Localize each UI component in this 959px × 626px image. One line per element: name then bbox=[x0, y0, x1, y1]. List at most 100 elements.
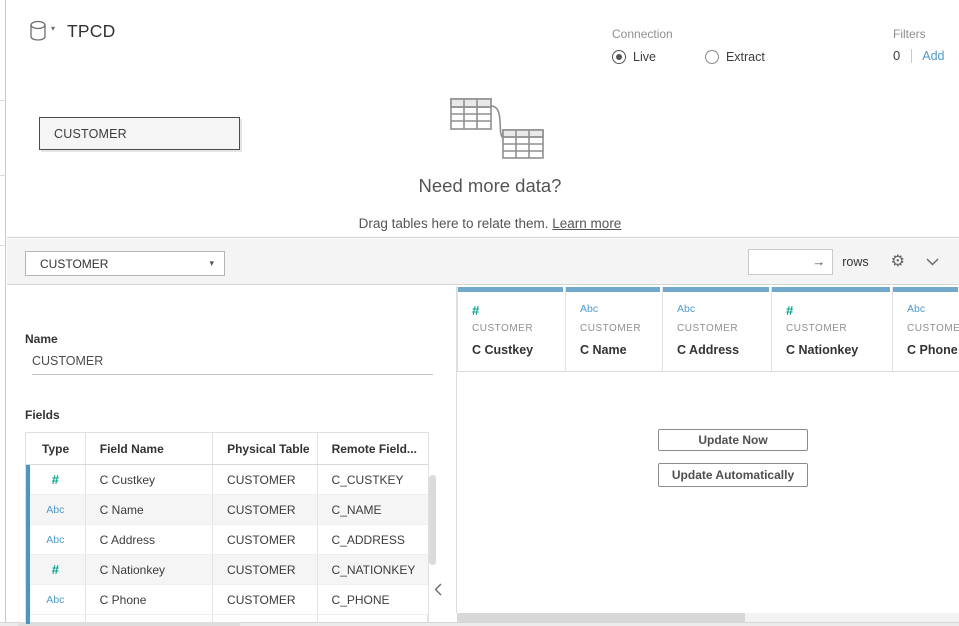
fields-horizontal-scrollbar[interactable] bbox=[18, 622, 240, 626]
column-type-icon: Abc bbox=[907, 303, 959, 318]
fields-table-header: Type Field Name Physical Table Remote Fi… bbox=[26, 433, 428, 465]
col-header-physical-table[interactable]: Physical Table bbox=[213, 433, 317, 464]
relate-tables-icon bbox=[443, 94, 553, 160]
column-field-name[interactable]: C Address bbox=[677, 343, 771, 357]
rows-controls: → rows ⚙ bbox=[748, 249, 945, 275]
update-automatically-button[interactable]: Update Automatically bbox=[658, 463, 808, 487]
grid-column-header[interactable]: Abc CUSTOMER C Address bbox=[663, 287, 772, 371]
learn-more-link[interactable]: Learn more bbox=[552, 216, 621, 231]
cell-physical-table: CUSTOMER bbox=[213, 465, 318, 494]
cell-field-name[interactable]: C Name bbox=[86, 495, 213, 524]
logical-table-label: CUSTOMER bbox=[54, 127, 127, 141]
fields-accent-strip bbox=[26, 465, 30, 615]
left-rail bbox=[0, 0, 6, 626]
data-grid-panel: # CUSTOMER C Custkey Abc CUSTOMER C Name… bbox=[457, 286, 959, 621]
field-type-icon: # bbox=[52, 562, 59, 577]
table-selector-value: CUSTOMER bbox=[40, 257, 209, 271]
cell-remote-field: C_CUSTKEY bbox=[318, 465, 428, 494]
radio-live[interactable]: Live bbox=[612, 50, 656, 64]
add-filter-link[interactable]: Add bbox=[922, 49, 944, 63]
grid-column-header[interactable]: # CUSTOMER C Nationkey bbox=[772, 287, 893, 371]
cell-field-name[interactable]: C Nationkey bbox=[86, 555, 213, 584]
field-row[interactable]: Abc C Name CUSTOMER C_NAME bbox=[26, 495, 428, 525]
connection-section: Connection Live Extract bbox=[612, 27, 765, 64]
grid-horizontal-scrollbar[interactable] bbox=[457, 613, 959, 622]
column-field-name[interactable]: C Custkey bbox=[472, 343, 565, 357]
cell-remote-field: C_ADDRESS bbox=[318, 525, 428, 554]
update-now-button[interactable]: Update Now bbox=[658, 429, 808, 451]
metadata-panel: Name Fields Type Field Name Physical Tab… bbox=[7, 286, 456, 621]
grid-column-header[interactable]: Abc CUSTOMER C Phone bbox=[893, 287, 959, 371]
table-name-input[interactable] bbox=[32, 354, 433, 375]
column-field-name[interactable]: C Nationkey bbox=[786, 343, 892, 357]
grid-column-header[interactable]: Abc CUSTOMER C Name bbox=[566, 287, 663, 371]
column-type-icon: Abc bbox=[677, 303, 771, 318]
datasource-title: TPCD bbox=[67, 21, 115, 42]
datasource-page: ▾ TPCD Connection Live Extract Filters 0 bbox=[0, 0, 959, 626]
col-header-remote-field[interactable]: Remote Field... bbox=[318, 433, 428, 464]
gear-icon[interactable]: ⚙ bbox=[891, 254, 905, 270]
field-row[interactable]: Abc C Phone CUSTOMER C_PHONE bbox=[26, 585, 428, 615]
column-field-name[interactable]: C Name bbox=[580, 343, 662, 357]
chevron-down-icon[interactable] bbox=[926, 258, 939, 266]
fields-table-scrollbar[interactable] bbox=[429, 475, 436, 565]
column-table-name: CUSTOMER bbox=[677, 323, 771, 334]
cell-physical-table: CUSTOMER bbox=[213, 525, 318, 554]
column-table-name: CUSTOMER bbox=[472, 323, 565, 334]
rail-divider bbox=[0, 100, 6, 101]
radio-live-circle[interactable] bbox=[612, 50, 626, 64]
dropdown-caret-icon: ▾ bbox=[209, 258, 214, 269]
filters-label: Filters bbox=[893, 27, 944, 41]
cell-physical-table: CUSTOMER bbox=[213, 495, 318, 524]
radio-extract-label: Extract bbox=[726, 50, 765, 64]
field-type-icon: Abc bbox=[46, 504, 64, 516]
field-row[interactable]: Abc C Address CUSTOMER C_ADDRESS bbox=[26, 525, 428, 555]
empty-hint-text: Drag tables here to relate them. bbox=[359, 216, 549, 231]
cell-remote-field: C_NAME bbox=[318, 495, 428, 524]
collapse-panel-icon[interactable] bbox=[434, 583, 442, 601]
rail-divider bbox=[0, 175, 6, 176]
field-row[interactable]: # C Nationkey CUSTOMER C_NATIONKEY bbox=[26, 555, 428, 585]
field-type-icon: Abc bbox=[46, 594, 64, 606]
column-type-icon: Abc bbox=[580, 303, 662, 318]
cell-physical-table: CUSTOMER bbox=[213, 585, 318, 614]
cell-field-name[interactable]: C Address bbox=[86, 525, 213, 554]
column-type-icon: # bbox=[786, 303, 892, 318]
database-icon[interactable] bbox=[28, 20, 48, 42]
cell-field-name[interactable]: C Phone bbox=[86, 585, 213, 614]
cell-remote-field: C_NATIONKEY bbox=[318, 555, 428, 584]
empty-state-title: Need more data? bbox=[257, 175, 723, 197]
fields-label: Fields bbox=[25, 408, 60, 422]
fields-table-body: # C Custkey CUSTOMER C_CUSTKEY Abc C Nam… bbox=[26, 465, 428, 615]
filters-section: Filters 0 Add bbox=[893, 27, 944, 63]
radio-extract-circle[interactable] bbox=[705, 50, 719, 64]
column-table-name: CUSTOMER bbox=[580, 323, 662, 334]
field-row[interactable]: # C Custkey CUSTOMER C_CUSTKEY bbox=[26, 465, 428, 495]
radio-live-label: Live bbox=[633, 50, 656, 64]
radio-extract[interactable]: Extract bbox=[705, 50, 765, 64]
datasource-caret-icon[interactable]: ▾ bbox=[51, 24, 55, 33]
grid-column-header[interactable]: # CUSTOMER C Custkey bbox=[458, 287, 566, 371]
filters-separator bbox=[911, 49, 912, 63]
column-type-icon: # bbox=[472, 303, 565, 318]
grid-scrollbar-thumb[interactable] bbox=[457, 613, 745, 622]
cell-field-name[interactable]: C Custkey bbox=[86, 465, 213, 494]
relationship-canvas: ▾ TPCD Connection Live Extract Filters 0 bbox=[7, 0, 959, 238]
field-type-icon: # bbox=[52, 472, 59, 487]
filters-count: 0 bbox=[893, 48, 900, 63]
field-type-icon: Abc bbox=[46, 534, 64, 546]
col-header-type[interactable]: Type bbox=[26, 433, 86, 464]
table-toolbar: CUSTOMER ▾ → rows ⚙ bbox=[7, 239, 959, 285]
empty-state-hint: Drag tables here to relate them. Learn m… bbox=[207, 216, 773, 231]
rows-label: rows bbox=[842, 255, 868, 269]
datasource-header: ▾ TPCD bbox=[28, 20, 115, 42]
apply-rows-arrow-icon[interactable]: → bbox=[812, 254, 825, 269]
column-field-name[interactable]: C Phone bbox=[907, 343, 959, 357]
row-count-input[interactable]: → bbox=[748, 249, 833, 275]
column-table-name: CUSTOMER bbox=[786, 323, 892, 334]
table-selector-dropdown[interactable]: CUSTOMER ▾ bbox=[25, 251, 225, 276]
connection-label: Connection bbox=[612, 27, 765, 41]
col-header-field-name[interactable]: Field Name bbox=[86, 433, 213, 464]
rail-divider bbox=[0, 245, 6, 246]
logical-table-customer[interactable]: CUSTOMER bbox=[39, 117, 240, 150]
